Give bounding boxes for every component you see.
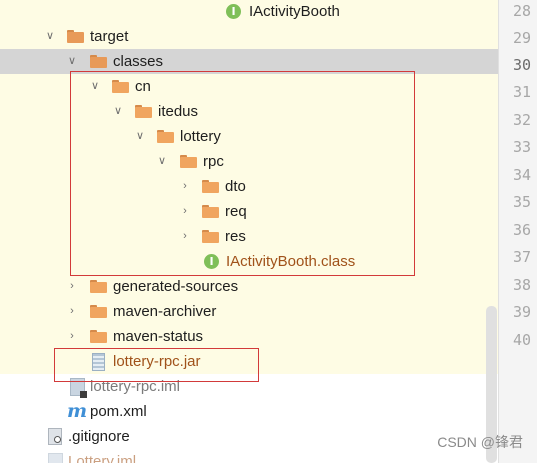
interface-icon: I <box>204 254 219 269</box>
tree-item-label: generated-sources <box>113 278 239 295</box>
folder-icon <box>135 105 152 118</box>
tree-item-iactivitybooth-top[interactable]: I IActivityBooth <box>0 0 498 24</box>
line-number: 31 <box>512 83 531 101</box>
tree-item-label: lottery-rpc.iml <box>90 378 181 395</box>
chevron-right-icon[interactable]: › <box>179 179 191 193</box>
line-number: 35 <box>512 193 531 211</box>
chevron-down-icon[interactable]: ∨ <box>134 129 146 143</box>
project-tree: I IActivityBooth ∨ target ∨ classes ∨ cn… <box>0 0 498 463</box>
tree-item-label: target <box>90 28 129 45</box>
tree-item-res[interactable]: › res <box>0 224 498 249</box>
tree-item-lottery[interactable]: ∨ lottery <box>0 124 498 149</box>
tree-item-maven-archiver[interactable]: › maven-archiver <box>0 299 498 324</box>
chevron-right-icon[interactable]: › <box>179 204 191 218</box>
tree-item-label: lottery <box>180 128 221 145</box>
tree-item-rpc[interactable]: ∨ rpc <box>0 149 498 174</box>
line-number-gutter: 28 29 30 31 32 33 34 35 36 37 38 39 40 <box>498 0 537 463</box>
tree-item-label: IActivityBooth <box>249 3 340 20</box>
tree-item-label: .gitignore <box>68 428 130 445</box>
module-file-icon <box>48 453 63 463</box>
ignore-file-icon <box>48 428 62 445</box>
tree-item-classes[interactable]: ∨ classes <box>0 49 498 74</box>
watermark-text: CSDN @锋君 <box>437 434 523 450</box>
tree-item-label: classes <box>113 53 164 70</box>
chevron-right-icon[interactable]: › <box>179 229 191 243</box>
chevron-down-icon[interactable]: ∨ <box>89 79 101 93</box>
module-file-icon <box>70 378 87 398</box>
tree-item-label: req <box>225 203 247 220</box>
chevron-right-icon[interactable]: › <box>66 329 78 343</box>
folder-icon <box>90 55 107 68</box>
folder-icon <box>202 230 219 243</box>
tree-item-label: pom.xml <box>90 403 147 420</box>
line-number: 32 <box>512 111 531 129</box>
line-number: 36 <box>512 221 531 239</box>
tree-item-label: res <box>225 228 246 245</box>
line-number: 34 <box>512 166 531 184</box>
tree-item-gitignore[interactable]: .gitignore <box>0 424 498 449</box>
folder-icon <box>112 80 129 93</box>
tree-item-label: IActivityBooth.class <box>226 253 356 270</box>
tree-item-label: dto <box>225 178 246 195</box>
folder-icon <box>67 30 84 43</box>
tree-item-lottery-rpc-iml[interactable]: lottery-rpc.iml <box>0 374 498 399</box>
tree-item-label: rpc <box>203 153 224 170</box>
maven-icon: m <box>67 400 88 422</box>
tree-item-maven-status[interactable]: › maven-status <box>0 324 498 349</box>
chevron-right-icon[interactable]: › <box>66 279 78 293</box>
folder-icon <box>90 280 107 293</box>
chevron-down-icon[interactable]: ∨ <box>156 154 168 168</box>
line-number: 40 <box>512 331 531 349</box>
chevron-down-icon[interactable]: ∨ <box>112 104 124 118</box>
tree-item-lottery-iml[interactable]: Lottery.iml <box>0 449 498 463</box>
folder-icon <box>180 155 197 168</box>
tree-item-itedus[interactable]: ∨ itedus <box>0 99 498 124</box>
line-number: 33 <box>512 138 531 156</box>
tree-item-req[interactable]: › req <box>0 199 498 224</box>
line-number: 39 <box>512 303 531 321</box>
folder-icon <box>90 330 107 343</box>
tree-item-label: maven-status <box>113 328 204 345</box>
tree-item-dto[interactable]: › dto <box>0 174 498 199</box>
line-number: 29 <box>512 29 531 47</box>
chevron-right-icon[interactable]: › <box>66 304 78 318</box>
tree-item-cn[interactable]: ∨ cn <box>0 74 498 99</box>
line-number: 37 <box>512 248 531 266</box>
tree-item-lottery-rpc-jar[interactable]: lottery-rpc.jar <box>0 349 498 374</box>
jar-file-icon <box>92 353 105 371</box>
tree-item-pom[interactable]: m pom.xml <box>0 399 498 424</box>
line-number: 30 <box>512 56 531 74</box>
tree-item-label: cn <box>135 78 151 95</box>
folder-icon <box>157 130 174 143</box>
interface-icon: I <box>226 4 241 19</box>
tree-item-label: maven-archiver <box>113 303 217 320</box>
tree-item-label: lottery-rpc.jar <box>113 353 201 370</box>
tree-item-target[interactable]: ∨ target <box>0 24 498 49</box>
tree-item-label: itedus <box>158 103 199 120</box>
chevron-down-icon[interactable]: ∨ <box>66 54 78 68</box>
line-number: 38 <box>512 276 531 294</box>
line-number: 28 <box>512 2 531 20</box>
tree-item-iactivitybooth-class[interactable]: I IActivityBooth.class <box>0 249 498 274</box>
tree-item-label: Lottery.iml <box>68 453 137 463</box>
chevron-down-icon[interactable]: ∨ <box>44 29 56 43</box>
tree-item-generated-sources[interactable]: › generated-sources <box>0 274 498 299</box>
folder-icon <box>90 305 107 318</box>
folder-icon <box>202 205 219 218</box>
folder-icon <box>202 180 219 193</box>
